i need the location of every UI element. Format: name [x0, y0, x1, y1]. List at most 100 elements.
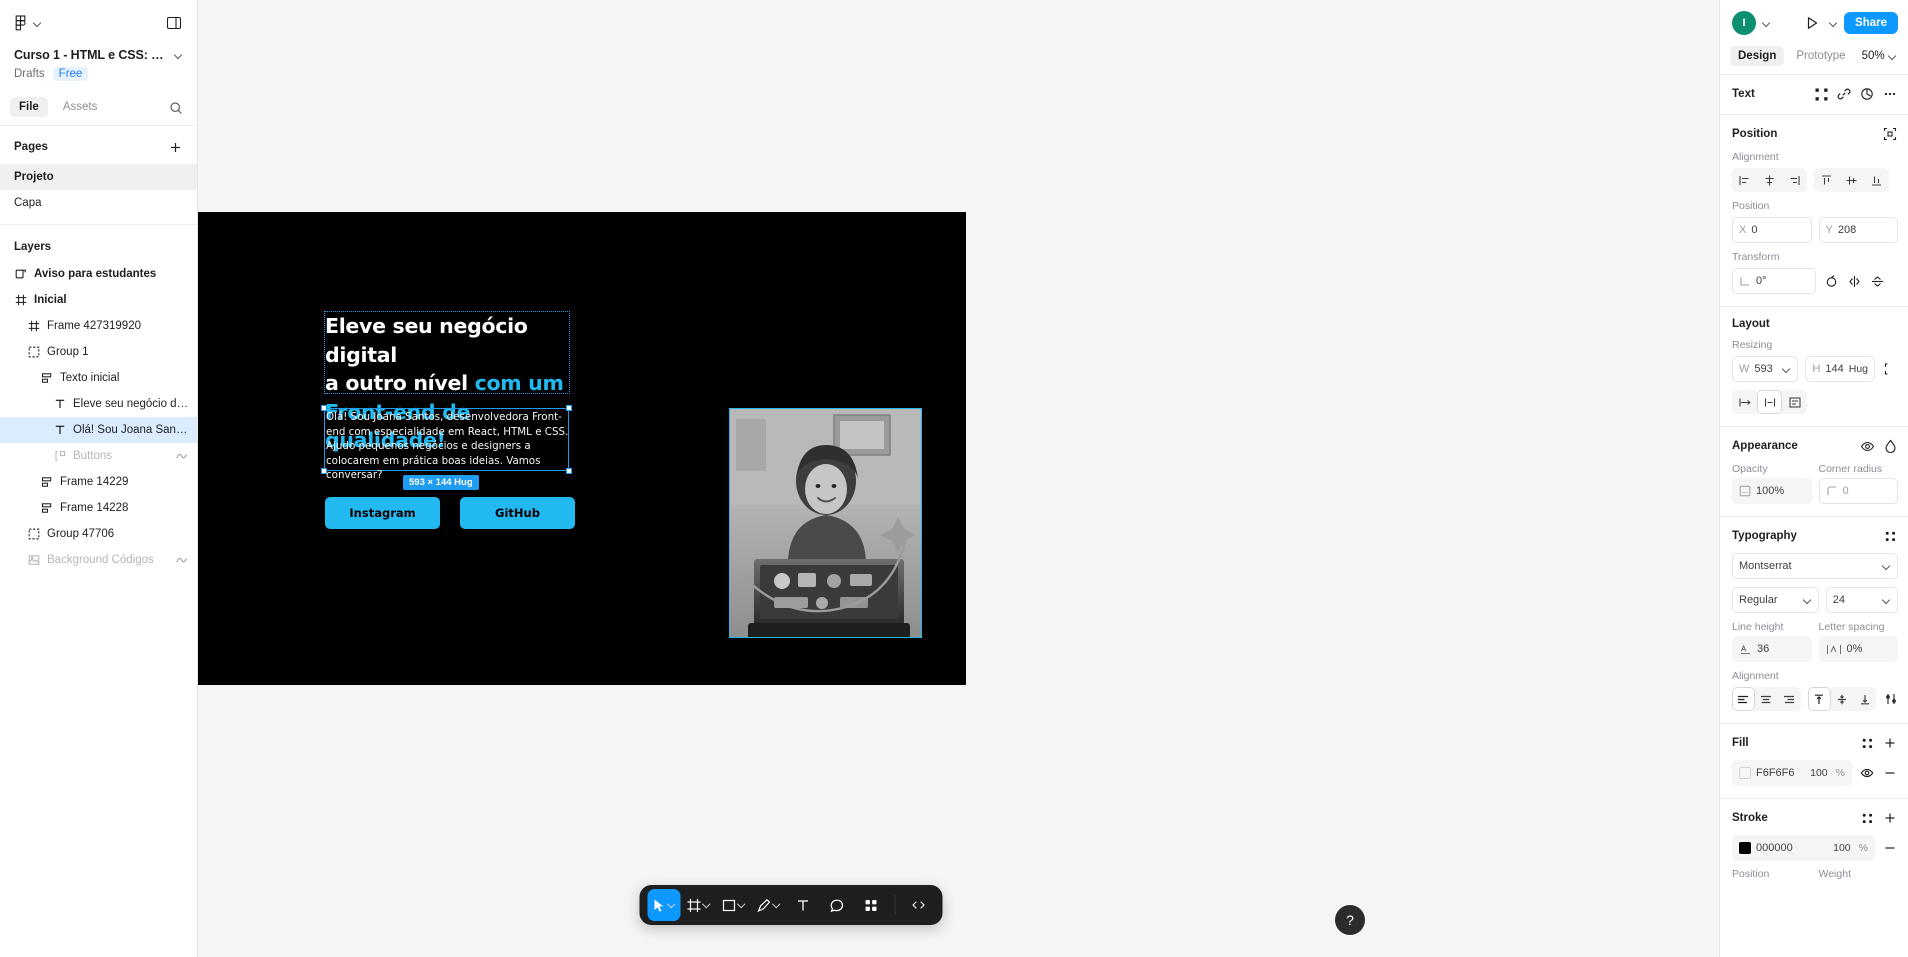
layer-row[interactable]: Frame 427319920: [0, 313, 197, 339]
layer-row[interactable]: Group 47706: [0, 521, 197, 547]
layer-row[interactable]: Frame 14228: [0, 495, 197, 521]
align-right-button[interactable]: [1782, 168, 1807, 192]
tab-prototype[interactable]: Prototype: [1788, 46, 1853, 66]
layer-row[interactable]: Background Códigos: [0, 547, 197, 573]
design-canvas[interactable]: Eleve seu negócio digital a outro nível …: [198, 0, 1383, 957]
fill-visibility-icon[interactable]: [1859, 765, 1875, 781]
more-options-icon[interactable]: [1882, 86, 1898, 102]
help-button[interactable]: ?: [1335, 905, 1365, 935]
stroke-styles-icon[interactable]: [1859, 810, 1875, 826]
layers-list[interactable]: Aviso para estudantes Inicial Frame 427319…: [0, 261, 197, 957]
body-paragraph-text[interactable]: Olá! Sou Joana Santos, desenvolvedora Fr…: [326, 410, 569, 483]
chevron-down-icon[interactable]: [1782, 365, 1791, 374]
instagram-button[interactable]: Instagram: [325, 497, 440, 529]
chevron-down-icon[interactable]: [703, 901, 711, 909]
layer-row[interactable]: Eleve seu negócio digita: [0, 391, 197, 417]
remove-fill-icon[interactable]: [1882, 765, 1898, 781]
auto-height-button[interactable]: [1757, 390, 1782, 414]
tab-assets[interactable]: Assets: [54, 97, 107, 117]
proportion-lock-icon[interactable]: [1882, 361, 1898, 377]
text-styles-icon[interactable]: [1882, 528, 1898, 544]
file-name-row[interactable]: Curso 1 - HTML e CSS: am...: [14, 48, 183, 62]
align-top-button[interactable]: [1814, 168, 1839, 192]
add-stroke-icon[interactable]: [1882, 810, 1898, 826]
align-left-button[interactable]: [1732, 168, 1757, 192]
page-item-capa[interactable]: Capa: [0, 190, 197, 216]
line-height-input[interactable]: 36: [1732, 636, 1812, 662]
portrait-photo-frame[interactable]: [729, 408, 922, 638]
type-settings-icon[interactable]: [1883, 691, 1898, 707]
letter-spacing-input[interactable]: 0%: [1818, 636, 1898, 662]
github-button[interactable]: GitHub: [460, 497, 575, 529]
font-weight-select[interactable]: Regular: [1732, 587, 1819, 613]
chevron-down-icon[interactable]: [773, 901, 781, 909]
fill-color-input[interactable]: F6F6F6 100 %: [1732, 760, 1852, 786]
font-size-input[interactable]: 24: [1825, 587, 1898, 613]
fill-styles-icon[interactable]: [1859, 735, 1875, 751]
opacity-input[interactable]: 100%: [1732, 478, 1812, 504]
position-y-input[interactable]: Y 208: [1818, 217, 1898, 243]
chevron-down-icon[interactable]: [738, 901, 746, 909]
text-valign-top-button[interactable]: [1807, 687, 1831, 711]
align-bottom-button[interactable]: [1864, 168, 1889, 192]
text-align-center-button[interactable]: [1754, 687, 1778, 711]
actions-tool-button[interactable]: [855, 889, 887, 921]
plugin-run-icon[interactable]: [1859, 86, 1875, 102]
move-tool-button[interactable]: [647, 889, 680, 921]
text-valign-bottom-button[interactable]: [1853, 687, 1877, 711]
flip-rotate-icon[interactable]: [1823, 273, 1839, 289]
visibility-eye-icon[interactable]: [1859, 438, 1875, 454]
blend-mode-icon[interactable]: [1882, 438, 1898, 454]
text-tool-button[interactable]: [787, 889, 819, 921]
text-valign-middle-button[interactable]: [1830, 687, 1854, 711]
flip-vertical-icon[interactable]: [1869, 273, 1885, 289]
layer-row[interactable]: Aviso para estudantes: [0, 261, 197, 287]
layer-row[interactable]: Inicial: [0, 287, 197, 313]
height-input[interactable]: H 144 Hug: [1805, 356, 1875, 382]
tab-design[interactable]: Design: [1730, 46, 1785, 66]
font-family-select[interactable]: Montserrat: [1732, 553, 1898, 579]
layer-row[interactable]: Texto inicial: [0, 365, 197, 391]
pen-tool-button[interactable]: [752, 889, 785, 921]
shape-tool-button[interactable]: [717, 889, 750, 921]
toggle-left-panel-button[interactable]: [163, 12, 185, 34]
width-input[interactable]: W 593: [1732, 356, 1799, 382]
chevron-down-icon[interactable]: [1829, 19, 1838, 28]
position-x-input[interactable]: X 0: [1732, 217, 1812, 243]
auto-width-button[interactable]: [1732, 390, 1757, 414]
avatar[interactable]: I: [1732, 11, 1756, 35]
fixed-size-button[interactable]: [1782, 390, 1807, 414]
rotation-input[interactable]: 0°: [1732, 268, 1816, 294]
page-item-projeto[interactable]: Projeto: [0, 164, 197, 190]
fill-color-swatch[interactable]: [1739, 767, 1751, 779]
layer-row[interactable]: Buttons: [0, 443, 197, 469]
text-align-right-button[interactable]: [1777, 687, 1801, 711]
layer-row[interactable]: Frame 14229: [0, 469, 197, 495]
stroke-color-swatch[interactable]: [1739, 842, 1751, 854]
layer-row[interactable]: Olá! Sou Joana Santos, d: [0, 417, 197, 443]
absolute-position-icon[interactable]: [1882, 126, 1898, 142]
dev-mode-button[interactable]: [902, 889, 934, 921]
align-vertical-center-button[interactable]: [1839, 168, 1864, 192]
add-fill-icon[interactable]: [1882, 735, 1898, 751]
flip-horizontal-icon[interactable]: [1846, 273, 1862, 289]
stroke-color-input[interactable]: 000000 100 %: [1732, 835, 1875, 861]
chevron-down-icon[interactable]: [668, 901, 676, 909]
search-icon[interactable]: [165, 97, 187, 119]
comment-tool-button[interactable]: [821, 889, 853, 921]
tab-file[interactable]: File: [10, 97, 48, 117]
align-horizontal-center-button[interactable]: [1757, 168, 1782, 192]
remove-stroke-icon[interactable]: [1882, 840, 1898, 856]
zoom-level-control[interactable]: 50%: [1858, 47, 1901, 65]
add-page-button[interactable]: [165, 137, 185, 157]
link-icon[interactable]: [1836, 86, 1852, 102]
corner-radius-input[interactable]: 0: [1818, 478, 1898, 504]
figma-main-menu-button[interactable]: [12, 12, 45, 34]
text-align-left-button[interactable]: [1732, 687, 1755, 711]
chevron-down-icon[interactable]: [1762, 19, 1771, 28]
create-component-icon[interactable]: [1813, 86, 1829, 102]
layer-row[interactable]: Group 1: [0, 339, 197, 365]
artboard-inicial[interactable]: Eleve seu negócio digital a outro nível …: [198, 212, 966, 685]
frame-tool-button[interactable]: [682, 889, 715, 921]
present-button[interactable]: [1801, 12, 1823, 34]
